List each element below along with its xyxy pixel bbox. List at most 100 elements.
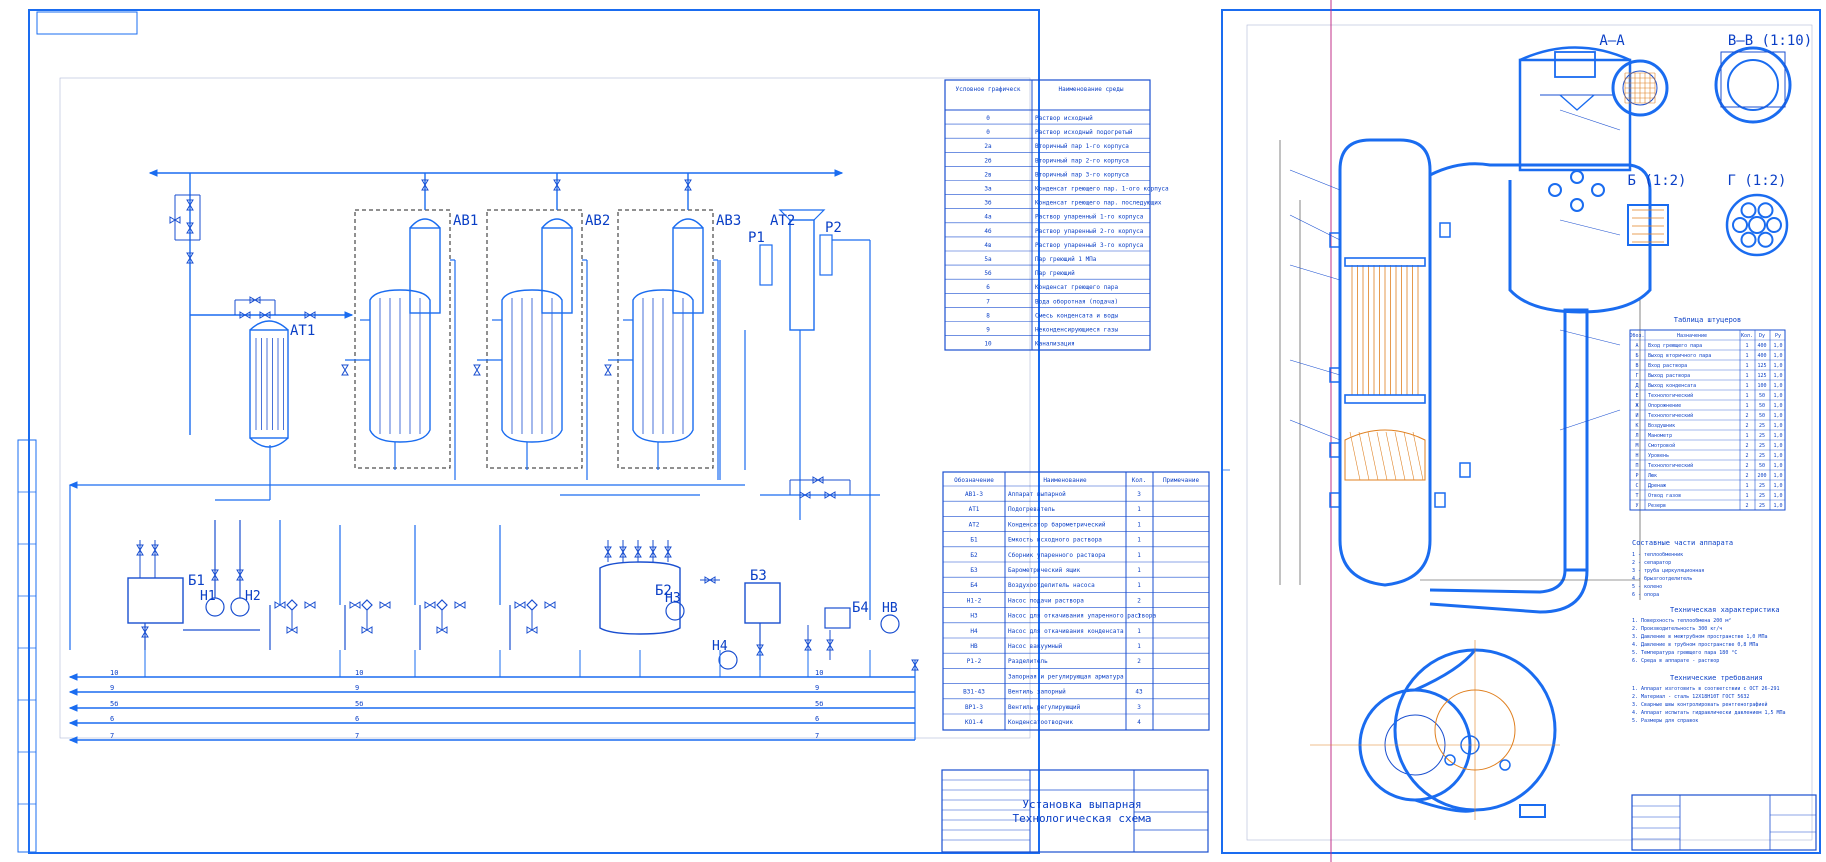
nozzle-header: Назначение	[1677, 333, 1707, 339]
line-label: 9	[815, 684, 819, 692]
req-item: 5. Размеры для справок	[1632, 718, 1698, 724]
hatch-line	[1376, 431, 1388, 481]
separator-drum	[1429, 162, 1652, 314]
leader-line	[1559, 329, 1621, 346]
valve-icon	[514, 601, 526, 609]
nozzle-dn: 50	[1759, 393, 1765, 399]
nozzle-dn: 400	[1757, 353, 1766, 359]
leader-line	[1289, 419, 1341, 441]
nozzle-pn: 1,0	[1773, 453, 1782, 459]
spec-name: Сборник упаренного раствора	[1008, 552, 1106, 559]
nozzle-name: Воздушник	[1648, 423, 1675, 429]
spec-code: АТ1	[969, 506, 980, 513]
heater-at1-top	[249, 320, 289, 331]
legend-name: Раствор упаренный 2-го корпуса	[1035, 228, 1144, 235]
spec-code: НВ	[970, 643, 978, 650]
nozzle-name: Выход вторичного пара	[1648, 353, 1711, 359]
line-label: 7	[110, 732, 114, 740]
nozzle-dn: 25	[1759, 503, 1765, 509]
nozzle-code: А	[1635, 343, 1638, 349]
sheet1-inner-field	[59, 77, 1031, 739]
circulation-pipe	[1563, 308, 1589, 572]
nozzle-code: Р	[1635, 473, 1638, 479]
spec-qty: 1	[1137, 643, 1141, 650]
nozzle-dn: 50	[1759, 403, 1765, 409]
nozzle-pn: 1,0	[1773, 413, 1782, 419]
hatch-line	[1394, 431, 1406, 481]
drawing-canvas: Условное графическ Наименование среды 0 Рас…	[0, 0, 1826, 862]
leader-line	[1289, 169, 1341, 191]
arrow-head	[148, 169, 158, 177]
req-item: 2. Материал - сталь 12Х18Н10Т ГОСТ 5632	[1632, 694, 1749, 700]
nozzle-code: Л	[1635, 433, 1638, 439]
nozzle-name: Опорожнение	[1648, 403, 1681, 409]
technical-drawing: Условное графическ Наименование среды 0 Рас…	[17, 0, 1821, 862]
spec-code: АТ2	[969, 521, 980, 528]
arrow-head	[68, 481, 78, 489]
leader-line	[1289, 264, 1341, 281]
line-label: 6	[110, 715, 114, 723]
nozzle-qty: 1	[1745, 383, 1748, 389]
line-label: 6	[815, 715, 819, 723]
spec-qty: 2	[1137, 658, 1141, 665]
condensate-trap-icon	[361, 599, 373, 611]
nozzle-dn: 50	[1759, 413, 1765, 419]
condensate-trap-icon	[286, 599, 298, 611]
leader-line	[1289, 214, 1341, 241]
evaporator-boundary-1	[354, 209, 451, 469]
section-g-label: Г (1:2)	[1727, 173, 1786, 189]
legend-code: 6	[986, 284, 990, 291]
spec-name: Насос вакуумный	[1008, 643, 1063, 650]
hatch-line	[1385, 431, 1397, 481]
nozzle-qty: 1	[1745, 393, 1748, 399]
nv-label: НВ	[882, 601, 898, 616]
arrow-head	[344, 311, 354, 319]
spec-name: Вентиль регулирующий	[1008, 704, 1081, 711]
legend-code: 3б	[984, 200, 992, 207]
spec-qty: 1	[1137, 506, 1141, 513]
spec-name: Запорная и регулирующая арматура	[1008, 673, 1124, 680]
legend-code: 3а	[984, 186, 992, 193]
nozzle-pn: 1,0	[1773, 473, 1782, 479]
valve-icon	[544, 601, 556, 609]
av3-label: АВ3	[716, 213, 741, 229]
spec-qty: 1	[1137, 521, 1141, 528]
nozzle-pn: 1,0	[1773, 503, 1782, 509]
legend-name: Неконденсирующиеся газы	[1035, 327, 1118, 334]
nozzle-pn: 1,0	[1773, 383, 1782, 389]
legend-name: Раствор исходный подогретый	[1035, 129, 1133, 136]
spec-name: Аппарат выпарной	[1008, 491, 1066, 498]
return-elbow	[1429, 569, 1567, 594]
spec-qty: 1	[1137, 628, 1141, 635]
nozzle-qty: 1	[1745, 353, 1748, 359]
nozzle-pn: 1,0	[1773, 373, 1782, 379]
evaporator-separator	[541, 227, 573, 314]
tank-b1	[127, 577, 184, 624]
nozzle-name: Уровень	[1648, 453, 1669, 459]
legend-name: Раствор исходный	[1035, 115, 1093, 122]
spec-code: Б2	[970, 552, 978, 559]
lower-tube-sheet	[1344, 394, 1426, 404]
arrow-head	[834, 169, 844, 177]
legend-header-2: Наименование среды	[1058, 86, 1123, 93]
separator-dome	[672, 218, 704, 229]
spec-code: ВЗ1-43	[963, 689, 985, 696]
b4-label: Б4	[852, 600, 869, 616]
nozzle-flange	[1434, 492, 1446, 508]
nozzle-dn: 25	[1759, 483, 1765, 489]
spec-code: АВ1-3	[965, 491, 983, 498]
spec-name: Конденсатоотводчик	[1008, 719, 1073, 726]
nozzle-name: Выход конденсата	[1648, 383, 1696, 389]
legend-code: 7	[986, 298, 990, 305]
tech-item: 5. Температура греющего пара 180 °С	[1632, 650, 1737, 656]
upper-shell-dome	[1519, 46, 1631, 62]
sheet1-outer-frame	[28, 9, 1040, 854]
nozzle-qty: 2	[1745, 503, 1748, 509]
condensate-trap-icon	[436, 599, 448, 611]
nozzle-qty: 1	[1745, 433, 1748, 439]
separator-p1	[759, 244, 773, 286]
nozzle-name: Выход раствора	[1648, 373, 1690, 379]
nozzle-circle	[1548, 183, 1562, 197]
nozzle-circle	[1570, 170, 1584, 184]
legend-name: Конденсат греющего пар. последующих	[1035, 200, 1162, 207]
